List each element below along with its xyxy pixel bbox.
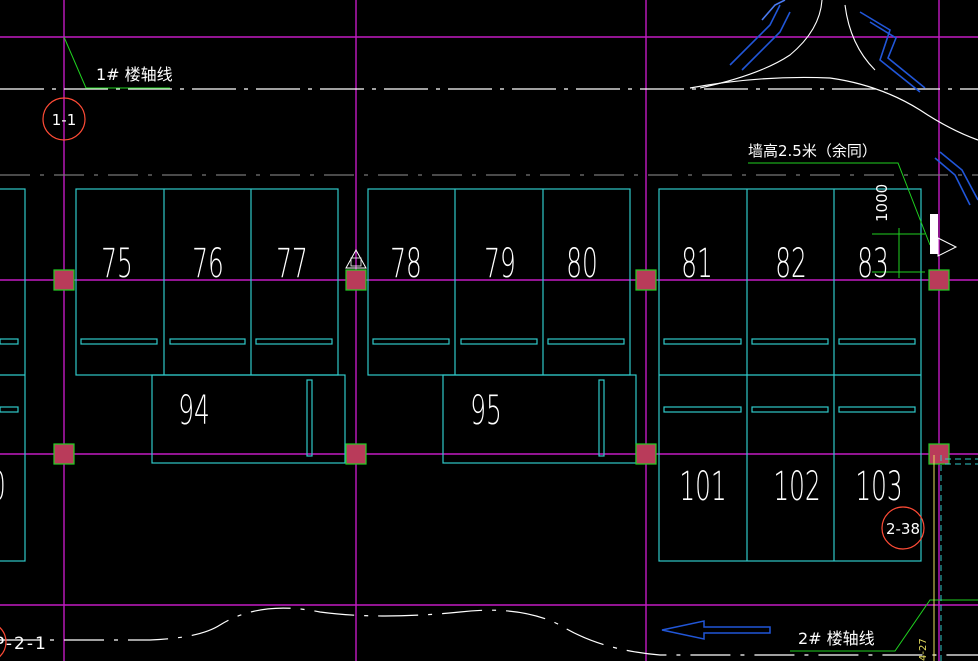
room-label-79: 79: [484, 240, 516, 287]
room-labels-bottom: 101 102 103: [679, 463, 902, 510]
room-label-82: 82: [775, 240, 807, 287]
room-label-76: 76: [192, 240, 224, 287]
room-label-75: 75: [101, 240, 133, 287]
column: [635, 443, 657, 465]
column: [53, 269, 75, 291]
room-label-101: 101: [679, 463, 726, 510]
room-label-95: 95: [470, 387, 502, 434]
edge-label: 4-27: [918, 638, 929, 661]
room-label-102: 102: [773, 463, 820, 510]
cad-drawing: 1# 楼轴线 2# 楼轴线 1-1 2-38 P-2-1 墙高2.5米（余同） …: [0, 0, 978, 661]
column: [53, 443, 75, 465]
bubble-label-bottom-left: P-2-1: [0, 634, 48, 654]
axis-label-top: 1# 楼轴线: [96, 65, 173, 84]
room-label-78: 78: [390, 240, 422, 287]
room-label-left-partial: 0: [0, 463, 6, 510]
room-label-81: 81: [681, 240, 713, 287]
axis-label-bottom: 2# 楼轴线: [798, 629, 875, 648]
column: [345, 269, 367, 291]
column: [635, 269, 657, 291]
column: [345, 443, 367, 465]
room-label-103: 103: [855, 463, 902, 510]
drawing-background: [0, 0, 978, 661]
dimension-value: 1000: [873, 184, 891, 222]
column: [928, 443, 950, 465]
bubble-label-bottom-right: 2-38: [886, 520, 920, 538]
bubble-label-top-left: 1-1: [52, 111, 77, 129]
room-label-83: 83: [857, 240, 889, 287]
room-label-80: 80: [566, 240, 598, 287]
room-label-77: 77: [276, 240, 308, 287]
column: [928, 269, 950, 291]
room-label-94: 94: [178, 387, 210, 434]
wall-height-note: 墙高2.5米（余同）: [748, 142, 877, 160]
